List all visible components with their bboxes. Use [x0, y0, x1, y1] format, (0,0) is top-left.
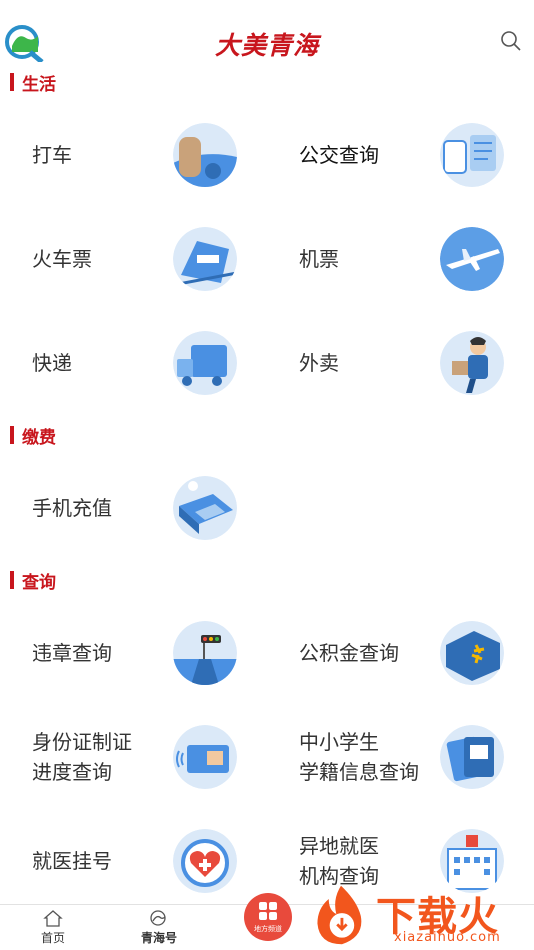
- service-express[interactable]: 快递: [0, 311, 267, 415]
- delivery-truck-icon: [173, 331, 237, 395]
- service-label: 公交查询: [299, 143, 379, 167]
- id-card-icon: [173, 725, 237, 789]
- service-label: 外卖: [299, 351, 339, 375]
- traffic-light-icon: [173, 621, 237, 685]
- housing-fund-icon: [440, 621, 504, 685]
- service-label: 就医挂号: [32, 849, 112, 873]
- section-marker: [10, 571, 14, 589]
- local-channel-label: 地方频道: [254, 925, 282, 933]
- flame-logo-icon: [317, 885, 362, 945]
- medical-heart-icon: [173, 829, 237, 893]
- qinghai-logo-icon: [150, 910, 166, 926]
- airplane-icon: [440, 227, 504, 291]
- service-label: 机票: [299, 247, 339, 271]
- tab-label: 青海号: [140, 931, 177, 945]
- service-student-records[interactable]: 中小学生 学籍信息查询: [267, 705, 534, 809]
- home-icon: [43, 910, 63, 927]
- watermark: 下载火 xiazaihuo.com: [308, 880, 530, 950]
- service-label: 快递: [32, 351, 72, 375]
- service-label: 打车: [32, 143, 72, 167]
- section-life-title: 生活: [10, 72, 56, 95]
- service-id-card-progress[interactable]: 身份证制证 进度查询: [0, 705, 267, 809]
- service-taxi[interactable]: 打车: [0, 103, 267, 207]
- courier-icon: [440, 331, 504, 395]
- bus-icon: [440, 123, 504, 187]
- service-traffic-violation[interactable]: 违章查询: [0, 601, 267, 705]
- student-record-icon: [440, 725, 504, 789]
- service-label: 公积金查询: [299, 641, 399, 665]
- service-label: 身份证制证 进度查询: [32, 730, 132, 784]
- phone-recharge-icon: [173, 476, 237, 540]
- service-label: 火车票: [32, 247, 92, 271]
- service-bus[interactable]: 公交查询: [267, 103, 534, 207]
- service-housing-fund[interactable]: 公积金查询: [267, 601, 534, 705]
- service-train[interactable]: 火车票: [0, 207, 267, 311]
- section-marker: [10, 426, 14, 444]
- tab-label: 首页: [40, 931, 65, 945]
- service-phone-recharge[interactable]: 手机充值: [0, 456, 267, 560]
- local-channel-button[interactable]: 地方频道: [244, 893, 292, 941]
- tab-home[interactable]: 首页: [18, 909, 88, 950]
- app-header: 大美青海: [0, 0, 534, 72]
- section-label: 缴费: [22, 427, 56, 448]
- section-label: 生活: [22, 74, 56, 95]
- service-label: 中小学生 学籍信息查询: [299, 730, 419, 784]
- tab-qinghai[interactable]: 青海号: [124, 909, 194, 950]
- service-label: 手机充值: [32, 496, 112, 520]
- section-query-title: 查询: [10, 570, 56, 593]
- service-label: 违章查询: [32, 641, 112, 665]
- brand-title: 大美青海: [214, 31, 319, 60]
- service-doctor-registration[interactable]: 就医挂号: [0, 809, 267, 913]
- taxi-icon: [173, 123, 237, 187]
- service-flight[interactable]: 机票: [267, 207, 534, 311]
- section-pay-title: 缴费: [10, 425, 56, 448]
- section-marker: [10, 73, 14, 91]
- service-takeout[interactable]: 外卖: [267, 311, 534, 415]
- search-icon[interactable]: [500, 30, 522, 52]
- section-label: 查询: [22, 572, 56, 593]
- train-icon: [173, 227, 237, 291]
- watermark-url: xiazaihuo.com: [394, 930, 501, 945]
